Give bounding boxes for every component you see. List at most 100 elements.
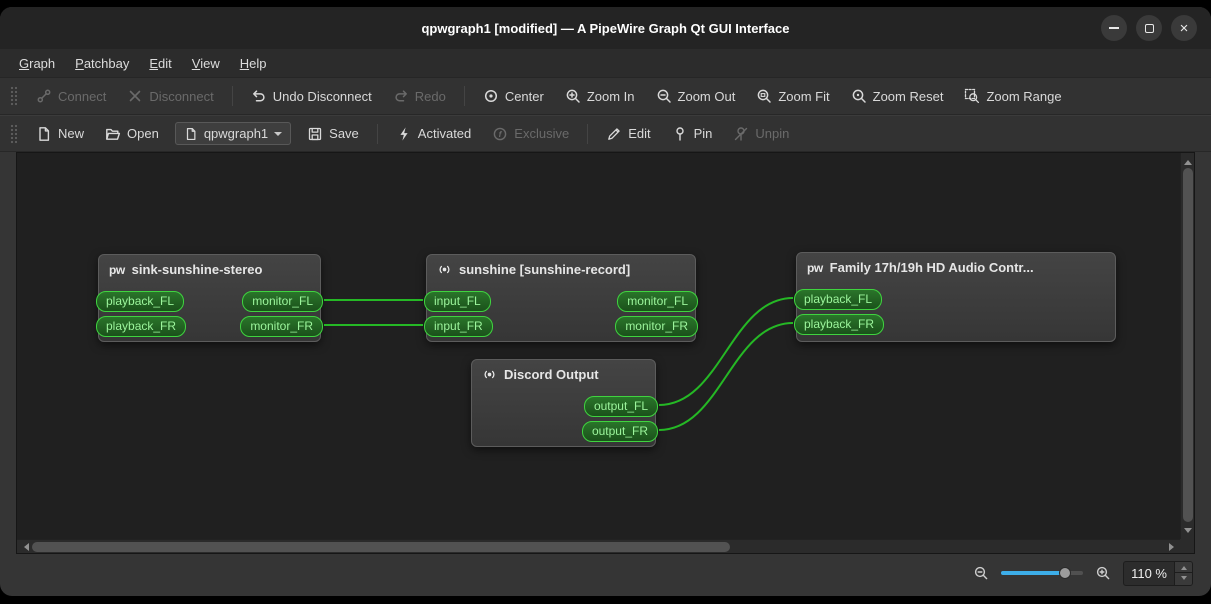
scroll-right-button[interactable]: [1166, 540, 1180, 553]
zoom-spin-buttons: [1174, 561, 1192, 585]
zoom-range-button[interactable]: Zoom Range: [955, 84, 1070, 108]
toolbar-drag-handle[interactable]: [10, 123, 17, 144]
exclusive-label: Exclusive: [514, 126, 570, 141]
port-monitor-fl[interactable]: monitor_FL: [242, 291, 323, 312]
activated-label: Activated: [417, 126, 472, 141]
zoom-range-icon: [965, 88, 980, 104]
zoom-fit-label: Zoom Fit: [778, 88, 830, 104]
redo-button[interactable]: Redo: [384, 84, 455, 108]
patchbay-file-icon: [186, 127, 196, 140]
statusbar-zoom-in-button[interactable]: [1095, 565, 1111, 581]
statusbar-zoom-out-button[interactable]: [973, 565, 989, 581]
open-button[interactable]: Open: [96, 122, 168, 146]
undo-icon: [252, 90, 265, 102]
titlebar[interactable]: qpwgraph1 [modified] — A PipeWire Graph …: [0, 7, 1211, 49]
open-folder-icon: [106, 128, 121, 140]
node-header: pw sink-sunshine-stereo: [99, 255, 320, 281]
new-file-icon: [39, 126, 50, 141]
zoom-in-button[interactable]: Zoom In: [556, 84, 644, 108]
menu-graph[interactable]: Graph: [10, 52, 64, 75]
exclusive-button[interactable]: f Exclusive: [483, 122, 578, 146]
new-button[interactable]: New: [27, 122, 93, 146]
minimize-icon: [1109, 27, 1119, 29]
pin-button[interactable]: Pin: [663, 122, 722, 146]
node-title: sink-sunshine-stereo: [131, 262, 263, 277]
toolbar-separator: [376, 123, 378, 144]
zoom-spinbox[interactable]: 110 %: [1123, 560, 1193, 586]
port-playback-fr[interactable]: playback_FR: [96, 316, 187, 337]
port-input-fr[interactable]: input_FR: [424, 316, 493, 337]
center-icon: [484, 89, 497, 103]
close-icon: ×: [1179, 19, 1189, 37]
port-playback-fr[interactable]: playback_FR: [794, 314, 885, 335]
maximize-button[interactable]: [1136, 15, 1162, 41]
center-label: Center: [504, 88, 544, 104]
zoom-out-icon: [974, 566, 988, 580]
arrow-down-icon: [1184, 527, 1192, 537]
svg-text:f: f: [499, 129, 503, 139]
patchbay-file-name: qpwgraph1: [203, 126, 269, 141]
arrow-up-icon: [1184, 156, 1192, 165]
patchbay-file-combo[interactable]: qpwgraph1: [174, 122, 292, 145]
port-output-fr[interactable]: output_FR: [581, 421, 658, 442]
new-label: New: [58, 126, 85, 141]
port-output-fl[interactable]: output_FL: [583, 396, 658, 417]
port-monitor-fl[interactable]: monitor_FL: [617, 291, 698, 312]
unpin-icon: [735, 126, 748, 141]
port-playback-fl[interactable]: playback_FL: [794, 289, 883, 310]
node-family-hd-audio[interactable]: pw Family 17h/19h HD Audio Contr... play…: [794, 252, 1116, 342]
scroll-left-button[interactable]: [17, 540, 31, 553]
menu-edit[interactable]: Edit: [140, 52, 180, 75]
disconnect-button[interactable]: Disconnect: [118, 84, 222, 108]
zoom-in-icon: [566, 89, 580, 103]
port-input-fl[interactable]: input_FL: [424, 291, 491, 312]
horizontal-scroll-handle[interactable]: [32, 542, 730, 552]
undo-disconnect-button[interactable]: Undo Disconnect: [242, 84, 381, 108]
zoom-spin-up-button[interactable]: [1175, 561, 1192, 573]
scroll-up-button[interactable]: [1181, 153, 1194, 167]
arrow-up-icon: [1180, 563, 1187, 570]
zoom-reset-button[interactable]: Zoom Reset: [842, 84, 953, 108]
save-button[interactable]: Save: [298, 122, 368, 146]
vertical-scroll-handle[interactable]: [1183, 168, 1193, 522]
node-discord-output[interactable]: Discord Output output_FL output_FR: [471, 359, 658, 447]
node-sink-sunshine-stereo[interactable]: pw sink-sunshine-stereo playback_FL play…: [96, 254, 323, 342]
activated-button[interactable]: Activated: [387, 122, 480, 146]
zoom-fit-button[interactable]: Zoom Fit: [747, 84, 838, 108]
toolbar-drag-handle[interactable]: [10, 86, 17, 106]
close-button[interactable]: ×: [1171, 15, 1197, 41]
node-sunshine-record[interactable]: sunshine [sunshine-record] input_FL inpu…: [424, 254, 698, 342]
graph-canvas[interactable]: pw sink-sunshine-stereo playback_FL play…: [17, 153, 1180, 539]
connect-button[interactable]: Connect: [27, 84, 115, 108]
menu-help[interactable]: Help: [231, 52, 276, 75]
connect-icon: [37, 89, 51, 103]
zoom-out-label: Zoom Out: [677, 88, 736, 104]
port-playback-fl[interactable]: playback_FL: [96, 291, 185, 312]
toolbar-main: Connect Disconnect Undo Disconnect Redo: [0, 78, 1211, 115]
vertical-scrollbar[interactable]: [1180, 153, 1194, 539]
arrow-left-icon: [20, 543, 29, 551]
record-app-icon: [482, 367, 497, 382]
unpin-button[interactable]: Unpin: [724, 122, 798, 146]
arrow-right-icon: [1168, 543, 1178, 551]
exclusive-icon: f: [493, 127, 507, 140]
menubar: Graph Patchbay Edit View Help: [0, 49, 1211, 78]
menu-patchbay[interactable]: Patchbay: [66, 52, 138, 75]
disconnect-icon: [130, 90, 141, 102]
minimize-button[interactable]: [1101, 15, 1127, 41]
zoom-slider[interactable]: [1001, 565, 1084, 581]
redo-label: Redo: [414, 88, 446, 104]
pipewire-icon: pw: [807, 260, 823, 275]
zoom-out-button[interactable]: Zoom Out: [647, 84, 745, 108]
scroll-down-button[interactable]: [1181, 525, 1194, 539]
center-button[interactable]: Center: [474, 84, 553, 108]
port-monitor-fr[interactable]: monitor_FR: [615, 316, 698, 337]
menu-view[interactable]: View: [183, 52, 229, 75]
port-monitor-fr[interactable]: monitor_FR: [240, 316, 323, 337]
zoom-slider-handle[interactable]: [1059, 567, 1072, 579]
node-header: Discord Output: [472, 360, 655, 386]
zoom-spin-down-button[interactable]: [1175, 573, 1192, 585]
horizontal-scrollbar[interactable]: [17, 539, 1180, 553]
edit-button[interactable]: Edit: [597, 122, 659, 146]
disconnect-label: Disconnect: [149, 88, 214, 104]
